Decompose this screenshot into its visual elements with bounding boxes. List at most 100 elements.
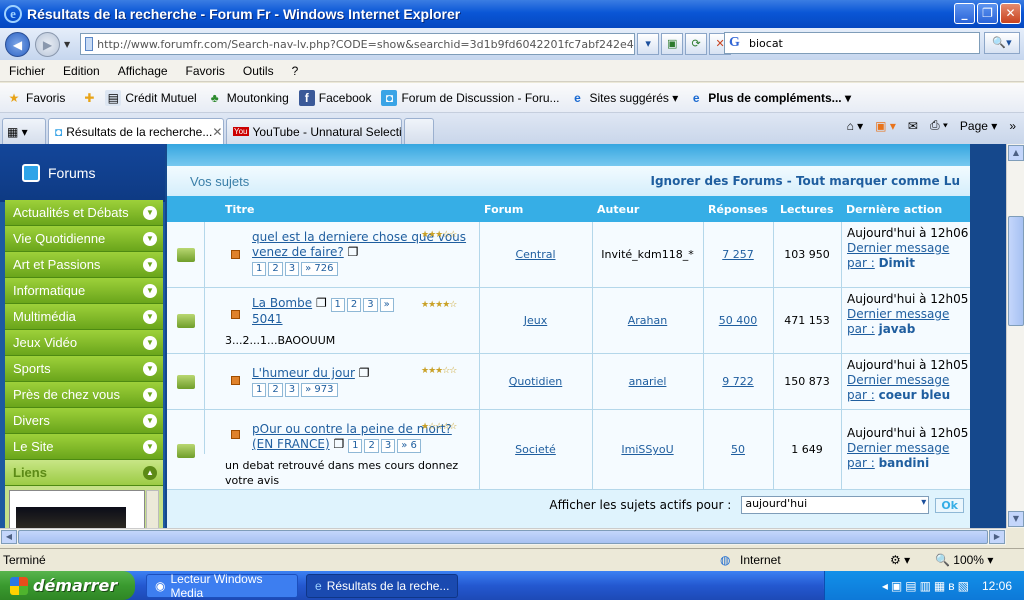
forum-link[interactable]: Societé (479, 443, 592, 456)
nav-multimedia[interactable]: Multimédia ▼ (5, 304, 163, 330)
tray-icons[interactable]: ◂▣▤▥▦ʙ▧ (882, 579, 972, 593)
last-user[interactable]: Dimit (879, 256, 915, 270)
replies-link[interactable]: 9 722 (703, 375, 773, 388)
refresh-button[interactable]: ⟳ (685, 33, 708, 55)
home-icon[interactable]: ⌂ ▾ (847, 119, 864, 133)
mail-icon[interactable]: ✉ (908, 119, 918, 133)
more-tools-icon[interactable]: » (1009, 119, 1016, 133)
compatibility-view-button[interactable]: ▣ (661, 33, 684, 55)
new-window-icon[interactable]: ❐ (316, 296, 327, 310)
replies-link[interactable]: 50 400 (703, 314, 773, 327)
print-icon[interactable]: ⎙ ▾ (930, 118, 948, 133)
nav-le-site[interactable]: Le Site ▼ (5, 434, 163, 460)
address-field[interactable]: http://www.forumfr.com/Search-nav-lv.php… (80, 33, 636, 55)
new-window-icon[interactable]: ❐ (333, 437, 344, 451)
fav-moutonking[interactable]: ♣ Moutonking (207, 90, 289, 106)
page-link[interactable]: 3 (363, 298, 378, 312)
page-link[interactable]: » 726 (301, 262, 338, 276)
nav-liens[interactable]: Liens ▲ (5, 460, 163, 486)
page-link[interactable]: 3 (380, 439, 396, 453)
suggested-sites-button[interactable]: e Sites suggérés ▾ (570, 90, 678, 106)
forum-link[interactable]: Central (479, 248, 592, 261)
zoom-control[interactable]: 🔍 100% ▾ (935, 553, 993, 567)
page-link[interactable]: 2 (268, 383, 283, 397)
page-link[interactable]: 1 (348, 439, 363, 453)
page-link[interactable]: » 973 (301, 383, 338, 397)
page-link[interactable]: » 6 (397, 439, 421, 453)
tab-search-results[interactable]: ◘ Résultats de la recherche... ✕ (48, 118, 224, 144)
menu-edition[interactable]: Edition (54, 64, 109, 78)
page-menu-button[interactable]: Page ▾ (960, 119, 997, 133)
page-link[interactable]: » (379, 298, 394, 312)
task-ie-window[interactable]: e Résultats de la reche... (306, 574, 458, 598)
minimize-button[interactable]: _ (954, 3, 975, 24)
scroll-left-button[interactable]: ◀ (1, 530, 17, 544)
new-window-icon[interactable]: ❐ (359, 366, 370, 380)
page-link[interactable]: 2 (268, 262, 283, 276)
tab-youtube[interactable]: You YouTube - Unnatural Selectio... (226, 118, 402, 144)
nav-art-passions[interactable]: Art et Passions ▼ (5, 252, 163, 278)
add-favorite-button[interactable]: ✚ (81, 90, 101, 106)
forums-header[interactable]: Forums (0, 144, 165, 202)
nav-jeux-video[interactable]: Jeux Vidéo ▼ (5, 330, 163, 356)
page-link[interactable]: 2 (346, 298, 362, 312)
forward-button[interactable]: ▶ (35, 31, 60, 57)
horizontal-scrollbar[interactable]: ◀ ▶ (0, 528, 1006, 545)
scroll-thumb[interactable] (18, 530, 988, 544)
vertical-scrollbar[interactable]: ▲ ▼ (1006, 144, 1024, 528)
replies-link[interactable]: 50 (703, 443, 773, 456)
close-window-button[interactable]: ✕ (1000, 3, 1021, 24)
page-link[interactable]: 1 (252, 262, 267, 276)
replies-link[interactable]: 7 257 (703, 248, 773, 261)
search-input[interactable]: G biocat (724, 32, 980, 54)
forum-actions-links[interactable]: Ignorer des Forums - Tout marquer comme … (651, 174, 961, 188)
last-user[interactable]: coeur bleu (879, 388, 951, 402)
page-link-last[interactable]: 5041 (252, 312, 283, 326)
page-link[interactable]: 1 (252, 383, 267, 397)
favorites-button[interactable]: ★ Favoris (6, 90, 66, 106)
rss-icon[interactable]: ▣ ▾ (875, 119, 896, 133)
maximize-button[interactable]: ❐ (977, 3, 998, 24)
start-button[interactable]: démarrer (0, 571, 135, 600)
liens-scrollbar[interactable] (146, 490, 159, 528)
author-link[interactable]: ImiSSyoU (592, 443, 703, 456)
nav-informatique[interactable]: Informatique ▼ (5, 278, 163, 304)
new-window-icon[interactable]: ❐ (348, 245, 359, 259)
history-dropdown-icon[interactable]: ▼ (64, 40, 70, 49)
menu-fichier[interactable]: Fichier (0, 64, 54, 78)
page-link[interactable]: 3 (284, 383, 300, 397)
nav-actualites[interactable]: Actualités et Débats ▼ (5, 200, 163, 226)
author-link[interactable]: anariel (592, 375, 703, 388)
menu-outils[interactable]: Outils (234, 64, 283, 78)
task-media-player[interactable]: ◉ Lecteur Windows Media (146, 572, 298, 600)
search-button[interactable]: 🔍▾ (984, 32, 1020, 54)
scroll-thumb[interactable] (1008, 216, 1024, 326)
close-tab-icon[interactable]: ✕ (212, 125, 222, 139)
scroll-up-button[interactable]: ▲ (1008, 145, 1024, 161)
forum-link[interactable]: Quotidien (479, 375, 592, 388)
quick-tabs-button[interactable]: ▦ ▾ (2, 118, 46, 144)
topic-link[interactable]: L'humeur du jour (252, 366, 355, 380)
menu-favoris[interactable]: Favoris (177, 64, 234, 78)
last-user[interactable]: bandini (879, 456, 930, 470)
forum-link[interactable]: Jeux (479, 314, 592, 327)
period-select[interactable]: aujourd'hui (741, 496, 930, 514)
scroll-down-button[interactable]: ▼ (1008, 511, 1024, 527)
fav-facebook[interactable]: f Facebook (298, 89, 371, 106)
new-tab-button[interactable] (404, 118, 434, 144)
nav-divers[interactable]: Divers ▼ (5, 408, 163, 434)
menu-help[interactable]: ? (283, 64, 308, 78)
menu-affichage[interactable]: Affichage (109, 64, 177, 78)
back-button[interactable]: ◀ (5, 31, 30, 57)
page-link[interactable]: 1 (330, 298, 345, 312)
page-link[interactable]: 2 (364, 439, 379, 453)
author-link[interactable]: Arahan (592, 314, 703, 327)
page-link[interactable]: 3 (284, 262, 300, 276)
ok-button[interactable]: Ok (935, 497, 964, 513)
fav-credit-mutuel[interactable]: ▤ Crédit Mutuel (105, 89, 197, 106)
protected-mode-icon[interactable]: ⚙ ▾ (890, 553, 910, 567)
liens-thumbnail[interactable] (9, 490, 145, 528)
more-addons-button[interactable]: e Plus de compléments... ▾ (688, 90, 851, 106)
nav-sports[interactable]: Sports ▼ (5, 356, 163, 382)
last-user[interactable]: javab (879, 322, 916, 336)
